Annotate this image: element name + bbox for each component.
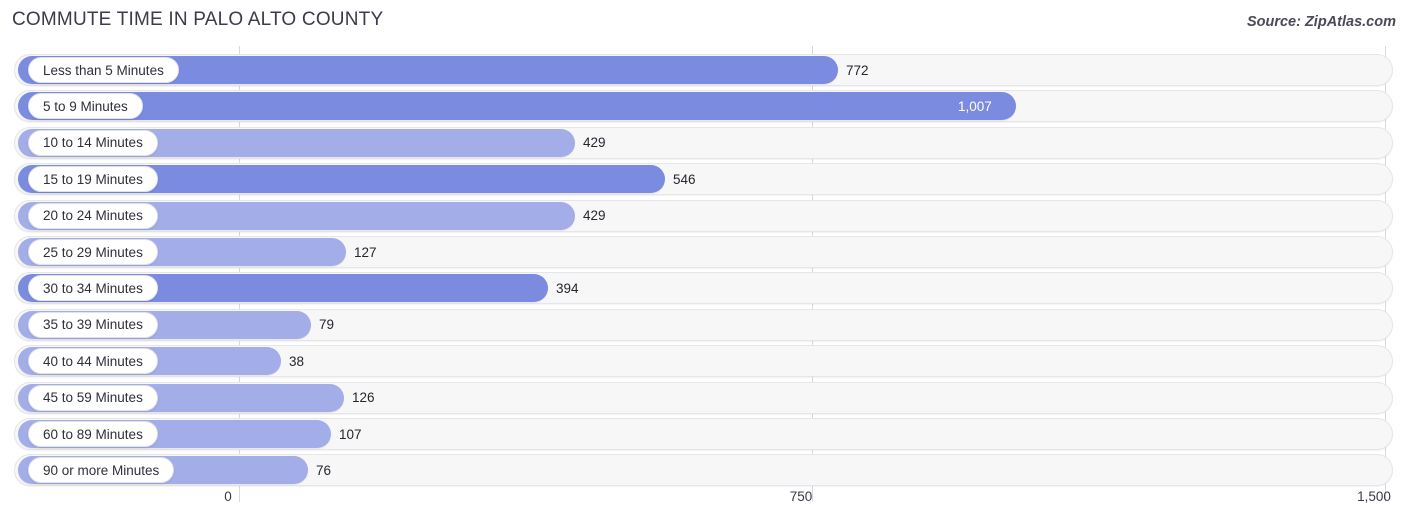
chart-plot-area: Less than 5 Minutes 772 5 to 9 Minutes 1,00… xyxy=(0,46,1406,502)
bar-value-label: 38 xyxy=(289,353,305,369)
bar-value-label: 394 xyxy=(556,280,579,296)
page-title: COMMUTE TIME IN PALO ALTO COUNTY xyxy=(12,9,384,30)
bar-value-label: 429 xyxy=(583,208,606,224)
category-label: 10 to 14 Minutes xyxy=(28,129,158,156)
chart-page: COMMUTE TIME IN PALO ALTO COUNTY Source:… xyxy=(0,0,1406,522)
bar-value-label: 79 xyxy=(319,317,335,333)
category-label: 5 to 9 Minutes xyxy=(28,93,143,120)
bar-value-label: 107 xyxy=(339,426,362,442)
category-label: 15 to 19 Minutes xyxy=(28,166,158,193)
category-label: 25 to 29 Minutes xyxy=(28,239,158,265)
chart-row[interactable]: 30 to 34 Minutes 394 xyxy=(0,272,1406,305)
bar[interactable] xyxy=(18,92,1016,121)
category-label: Less than 5 Minutes xyxy=(28,57,179,83)
x-axis-tick-label: 0 xyxy=(224,489,232,504)
chart-row[interactable]: 35 to 39 Minutes 79 xyxy=(0,308,1406,341)
chart-row[interactable]: 25 to 29 Minutes 127 xyxy=(0,236,1406,268)
category-label: 90 or more Minutes xyxy=(28,457,175,484)
chart-row[interactable]: 15 to 19 Minutes 546 xyxy=(0,163,1406,196)
chart-row[interactable]: 20 to 24 Minutes 429 xyxy=(0,199,1406,232)
bar-value-label: 1,007 xyxy=(958,98,992,114)
bar-value-label: 126 xyxy=(352,390,375,406)
category-label: 40 to 44 Minutes xyxy=(28,348,158,375)
category-label: 35 to 39 Minutes xyxy=(28,311,158,338)
chart-row[interactable]: 90 or more Minutes 76 xyxy=(0,454,1406,487)
source-attribution: Source: ZipAtlas.com xyxy=(1246,14,1396,30)
category-label: 30 to 34 Minutes xyxy=(28,275,158,302)
x-axis-tick-label: 750 xyxy=(789,489,813,504)
chart-row[interactable]: 60 to 89 Minutes 107 xyxy=(0,418,1406,450)
chart-row[interactable]: 45 to 59 Minutes 126 xyxy=(0,381,1406,414)
bar-value-label: 429 xyxy=(583,135,606,151)
bar-value-label: 772 xyxy=(846,62,869,78)
bar-value-label: 76 xyxy=(316,462,332,478)
category-label: 60 to 89 Minutes xyxy=(28,421,158,447)
x-axis: 0 750 1,500 xyxy=(0,486,1406,522)
bar-value-label: 546 xyxy=(673,171,696,187)
chart-row[interactable]: 10 to 14 Minutes 429 xyxy=(0,126,1406,159)
bar-value-label: 127 xyxy=(354,244,377,260)
x-axis-tick-label: 1,500 xyxy=(1357,489,1391,504)
chart-row[interactable]: Less than 5 Minutes 772 xyxy=(0,54,1406,86)
category-label: 45 to 59 Minutes xyxy=(28,384,158,411)
chart-row[interactable]: 5 to 9 Minutes 1,007 xyxy=(0,90,1406,123)
chart-row[interactable]: 40 to 44 Minutes 38 xyxy=(0,345,1406,378)
category-label: 20 to 24 Minutes xyxy=(28,202,158,229)
